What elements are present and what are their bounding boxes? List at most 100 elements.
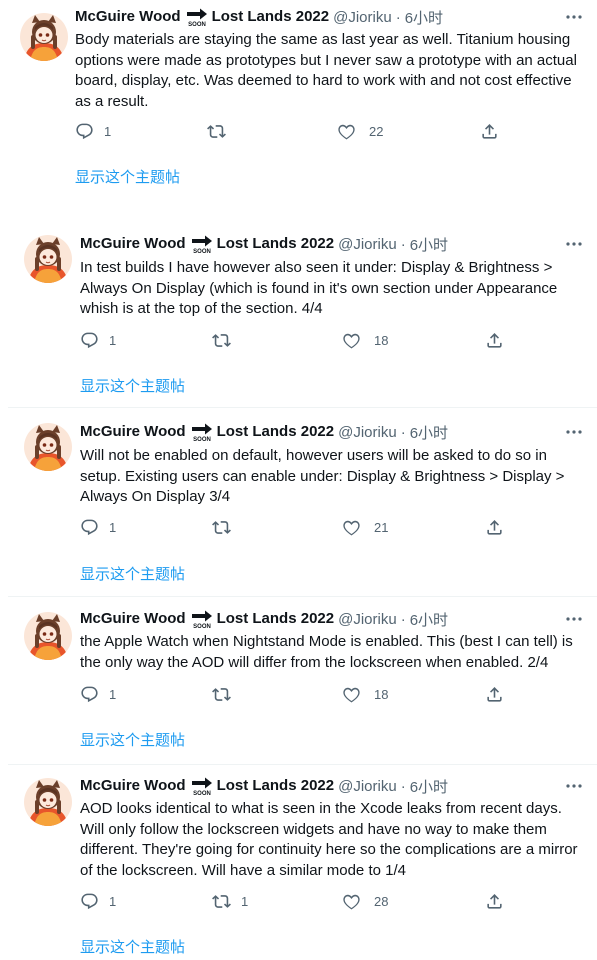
like-button[interactable]: 21 [342, 517, 388, 537]
user-handle[interactable]: @Jioriku [338, 236, 397, 253]
tweet-text-line: different. They're going for continuity … [80, 841, 578, 858]
display-name-part2: Lost Lands 2022 [216, 234, 335, 252]
retweet-icon [207, 122, 226, 141]
tweet-text-line: setup. Existing users can enable under: … [80, 467, 565, 485]
more-icon[interactable] [564, 7, 584, 27]
tweet-text-line: options were made as prototypes but I ne… [75, 51, 577, 69]
like-button[interactable]: 18 [342, 330, 388, 350]
tweet-text-line: Always On Display (which is found in it'… [80, 279, 558, 297]
more-icon[interactable] [564, 422, 584, 442]
tweet[interactable]: McGuire Wood SOON Lost Lands 2022 @Jiori… [0, 0, 597, 186]
share-button[interactable] [485, 517, 504, 537]
user-handle[interactable]: @Jioriku [338, 424, 397, 441]
soon-arrow-emoji: SOON [186, 7, 208, 27]
tweet-header: McGuire Wood SOON Lost Lands 2022 @Jiori… [80, 422, 448, 442]
more-icon[interactable] [564, 609, 584, 629]
tweet-text-line: board, display, etc. Was deemed to hard … [75, 72, 572, 89]
display-name[interactable]: McGuire Wood SOON Lost Lands 2022 [80, 422, 334, 442]
tweet-header: McGuire Wood SOON Lost Lands 2022 @Jiori… [80, 234, 448, 254]
like-count: 21 [374, 519, 389, 535]
like-button[interactable]: 18 [342, 684, 388, 704]
more-icon[interactable] [564, 234, 584, 254]
share-button[interactable] [485, 330, 504, 350]
retweet-button[interactable] [207, 121, 236, 141]
timestamp[interactable]: 6小时 [410, 776, 448, 797]
avatar[interactable] [24, 612, 72, 660]
reply-button[interactable]: 1 [80, 684, 116, 704]
svg-text:SOON: SOON [193, 791, 211, 796]
more-icon[interactable] [564, 776, 584, 796]
heart-icon [342, 685, 361, 704]
display-name[interactable]: McGuire Wood SOON Lost Lands 2022 [80, 776, 334, 796]
tweet[interactable]: McGuire Wood SOON Lost Lands 2022 @Jiori… [0, 220, 597, 400]
like-count: 18 [374, 332, 389, 348]
tweet-actions: 1 21 [80, 517, 530, 537]
show-thread-link[interactable]: 显示这个主题帖 [80, 563, 185, 584]
retweet-icon [212, 685, 231, 704]
display-name-part2: Lost Lands 2022 [211, 7, 330, 25]
show-thread-link[interactable]: 显示这个主题帖 [75, 166, 180, 187]
display-name-part1: McGuire Wood [80, 422, 186, 440]
retweet-button[interactable] [212, 517, 241, 537]
tweet-header: McGuire Wood SOON Lost Lands 2022 @Jiori… [80, 609, 448, 629]
user-handle[interactable]: @Jioriku [338, 778, 397, 795]
reply-icon [80, 685, 99, 704]
retweet-count: 1 [241, 893, 249, 909]
tweet-actions: 1 18 [80, 684, 530, 704]
svg-text:SOON: SOON [193, 624, 211, 629]
like-count: 28 [374, 893, 389, 909]
like-button[interactable]: 22 [337, 121, 383, 141]
share-icon [485, 685, 504, 704]
tweet-text-line: Will not be enabled on default, however … [80, 447, 547, 464]
retweet-button[interactable]: 1 [212, 891, 248, 911]
soon-arrow-emoji: SOON [191, 776, 213, 796]
show-thread-link[interactable]: 显示这个主题帖 [80, 936, 185, 957]
avatar[interactable] [24, 235, 72, 283]
share-button[interactable] [485, 684, 504, 704]
tweet[interactable]: McGuire Wood SOON Lost Lands 2022 @Jiori… [0, 765, 597, 956]
avatar[interactable] [24, 423, 72, 471]
tweet[interactable]: McGuire Wood SOON Lost Lands 2022 @Jiori… [0, 408, 597, 588]
retweet-button[interactable] [212, 684, 241, 704]
reply-count: 1 [109, 893, 117, 909]
retweet-button[interactable] [212, 330, 241, 350]
avatar[interactable] [24, 778, 72, 826]
reply-button[interactable]: 1 [80, 330, 116, 350]
timestamp[interactable]: 6小时 [410, 234, 448, 255]
separator-dot: · [400, 777, 406, 795]
reply-button[interactable]: 1 [75, 121, 111, 141]
separator-dot: · [400, 423, 406, 441]
timestamp[interactable]: 6小时 [410, 609, 448, 630]
display-name[interactable]: McGuire Wood SOON Lost Lands 2022 [80, 609, 334, 629]
heart-icon [342, 892, 361, 911]
tweet-actions: 1 1 28 [80, 891, 530, 911]
user-handle[interactable]: @Jioriku [333, 9, 392, 26]
tweet-text: Body materials are staying the same as l… [75, 30, 577, 112]
tweet-actions: 1 22 [75, 121, 525, 141]
like-button[interactable]: 28 [342, 891, 388, 911]
display-name-part1: McGuire Wood [80, 609, 186, 627]
tweet-text: AOD looks identical to what is seen in t… [80, 799, 578, 881]
user-handle[interactable]: @Jioriku [338, 611, 397, 628]
tweet-text-line: as a result. [75, 92, 149, 110]
tweet-text-line: Will only follow the lockscreen widgets … [80, 820, 547, 838]
share-button[interactable] [485, 891, 504, 911]
show-thread-link[interactable]: 显示这个主题帖 [80, 375, 185, 396]
timestamp[interactable]: 6小时 [405, 7, 443, 28]
tweet[interactable]: McGuire Wood SOON Lost Lands 2022 @Jiori… [0, 597, 597, 777]
share-button[interactable] [480, 121, 499, 141]
tweet-text-line: the Apple Watch when Nightstand Mode is … [80, 633, 573, 650]
display-name[interactable]: McGuire Wood SOON Lost Lands 2022 [75, 7, 329, 27]
like-count: 22 [369, 123, 384, 139]
soon-arrow-emoji: SOON [191, 234, 213, 254]
timestamp[interactable]: 6小时 [410, 422, 448, 443]
tweet-text-line: the only way the AOD will differ from th… [80, 653, 549, 671]
display-name[interactable]: McGuire Wood SOON Lost Lands 2022 [80, 234, 334, 254]
reply-button[interactable]: 1 [80, 891, 116, 911]
tweet-actions: 1 18 [80, 330, 530, 350]
reply-icon [75, 122, 94, 141]
avatar[interactable] [20, 13, 68, 61]
reply-button[interactable]: 1 [80, 517, 116, 537]
tweet-text-line: AOD looks identical to what is seen in t… [80, 800, 562, 817]
show-thread-link[interactable]: 显示这个主题帖 [80, 729, 185, 750]
